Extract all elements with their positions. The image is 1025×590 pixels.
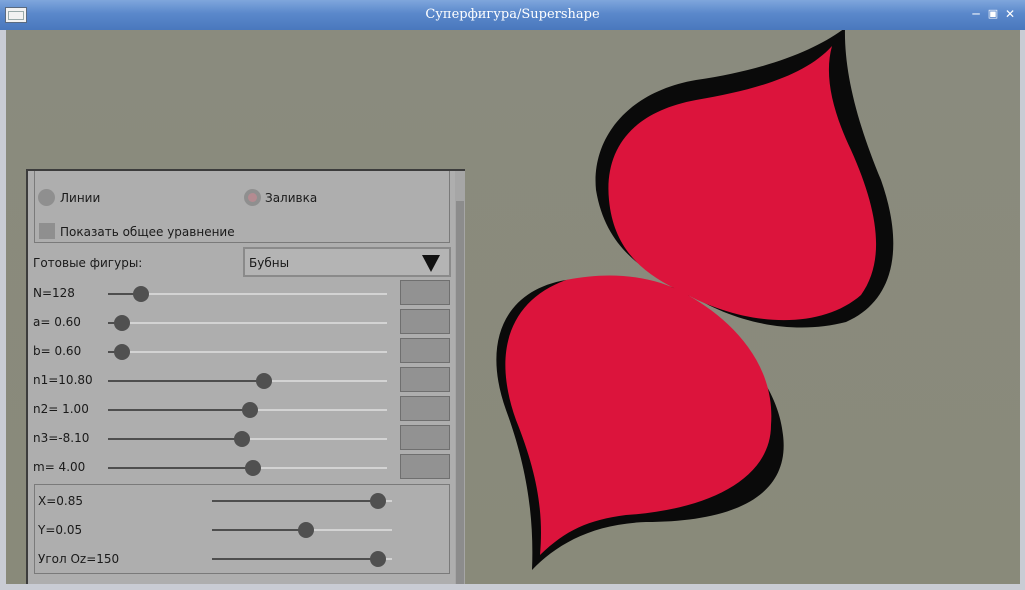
param-slider[interactable] — [108, 460, 387, 476]
param-value-box[interactable] — [400, 338, 450, 363]
transform-label: Y=0.05 — [38, 523, 83, 537]
transform-label: Угол Oz=150 — [38, 552, 120, 566]
param-slider[interactable] — [108, 315, 387, 331]
panel-scrollbar[interactable] — [455, 171, 465, 584]
presets-label: Готовые фигуры: — [33, 256, 143, 270]
slider-fill — [108, 467, 254, 469]
slider-handle[interactable] — [297, 522, 314, 538]
param-label: n1=10.80 — [33, 373, 93, 387]
param-slider[interactable] — [108, 344, 387, 360]
fill-radio[interactable] — [244, 189, 261, 206]
transform-label: X=0.85 — [38, 494, 83, 508]
param-value-box[interactable] — [400, 367, 450, 392]
transform-group: X=0.85 Y=0.05 Угол Oz=150 — [34, 484, 450, 574]
param-label: b= 0.60 — [33, 344, 82, 358]
transform-slider[interactable] — [212, 551, 392, 567]
slider-fill — [108, 380, 265, 382]
lines-label: Линии — [60, 191, 101, 205]
param-label: a= 0.60 — [33, 315, 81, 329]
title-bar[interactable]: Суперфигура/Supershape ─ ▣ ✕ — [0, 0, 1025, 30]
slider-handle[interactable] — [113, 315, 130, 331]
param-value-box[interactable] — [400, 309, 450, 334]
slider-handle[interactable] — [245, 460, 262, 476]
slider-handle[interactable] — [256, 373, 273, 389]
minimize-icon[interactable]: ─ — [970, 8, 982, 20]
slider-handle[interactable] — [113, 344, 130, 360]
presets-selected-value: Бубны — [249, 256, 290, 270]
fill-label: Заливка — [265, 191, 318, 205]
param-slider[interactable] — [108, 373, 387, 389]
show-equation-label: Показать общее уравнение — [60, 225, 235, 239]
close-icon[interactable]: ✕ — [1004, 8, 1016, 20]
param-label: m= 4.00 — [33, 460, 86, 474]
param-value-box[interactable] — [400, 454, 450, 479]
controls-panel: Линии Заливка Показать общее уравнение Г… — [26, 169, 465, 584]
render-mode-group: Линии Заливка Показать общее уравнение — [34, 171, 450, 243]
param-value-box[interactable] — [400, 280, 450, 305]
slider-fill — [108, 438, 242, 440]
transform-slider[interactable] — [212, 522, 392, 538]
slider-handle[interactable] — [369, 551, 386, 567]
slider-handle[interactable] — [133, 286, 150, 302]
dropdown-arrow-icon[interactable] — [422, 255, 440, 272]
param-slider[interactable] — [108, 402, 387, 418]
param-slider[interactable] — [108, 286, 387, 302]
slider-handle[interactable] — [233, 431, 250, 447]
maximize-icon[interactable]: ▣ — [987, 8, 999, 20]
transform-slider[interactable] — [212, 493, 392, 509]
app-window: Суперфигура/Supershape ─ ▣ ✕ Линии Залив… — [0, 0, 1025, 590]
slider-fill — [212, 529, 306, 531]
window-title: Суперфигура/Supershape — [425, 7, 600, 22]
slider-handle[interactable] — [242, 402, 259, 418]
slider-fill — [212, 500, 378, 502]
param-label: N=128 — [33, 286, 75, 300]
param-label: n2= 1.00 — [33, 402, 89, 416]
canvas-area[interactable]: Линии Заливка Показать общее уравнение Г… — [6, 30, 1020, 584]
param-slider[interactable] — [108, 431, 387, 447]
show-equation-checkbox[interactable] — [39, 223, 55, 239]
param-label: n3=-8.10 — [33, 431, 90, 445]
param-value-box[interactable] — [400, 396, 450, 421]
slider-fill — [108, 409, 251, 411]
supershape-fill — [505, 46, 877, 555]
slider-handle[interactable] — [369, 493, 386, 509]
param-value-box[interactable] — [400, 425, 450, 450]
slider-fill — [212, 558, 378, 560]
scrollbar-thumb[interactable] — [456, 201, 464, 584]
presets-dropdown[interactable]: Бубны — [243, 247, 451, 277]
lines-radio[interactable] — [38, 189, 55, 206]
